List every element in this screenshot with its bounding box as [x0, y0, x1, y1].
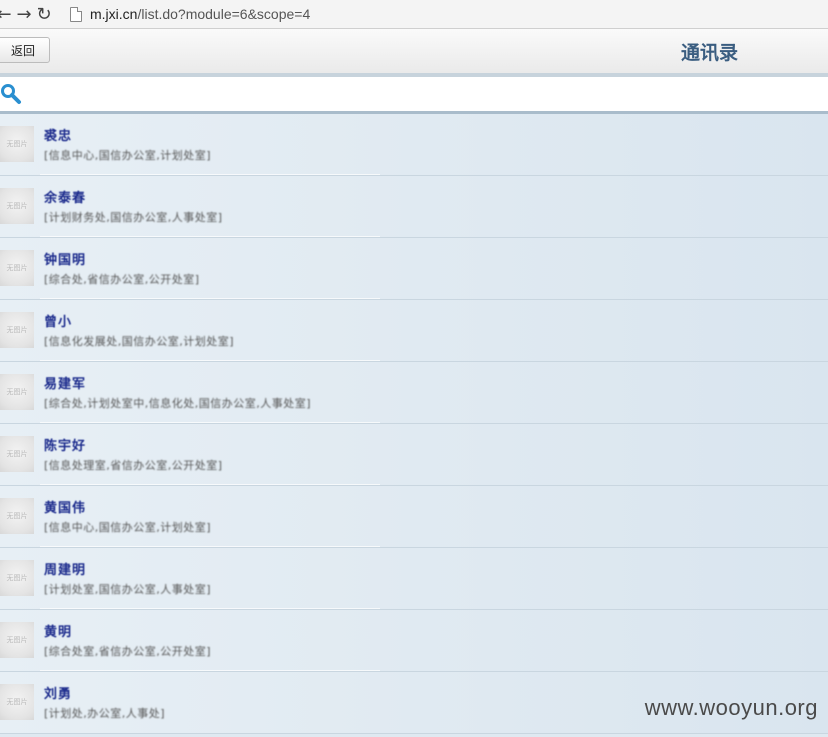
divider [40, 236, 380, 237]
contact-name: 易建军 [44, 377, 87, 392]
page-icon [70, 6, 82, 22]
watermark: www.wooyun.org [644, 695, 818, 720]
avatar: 无图片 [0, 188, 34, 224]
contact-info: [信息处理室,省信办公室,公开处室] [44, 459, 223, 472]
divider [40, 670, 380, 671]
avatar: 无图片 [0, 436, 34, 472]
search-input[interactable] [26, 81, 820, 109]
list-item[interactable]: 无图片 陈宇好 [信息处理室,省信办公室,公开处室] [0, 424, 828, 486]
back-button[interactable]: 返回 [0, 37, 50, 63]
contact-name: 黄国伟 [44, 501, 87, 516]
contact-info: [信息化发展处,国信办公室,计划处室] [44, 335, 235, 348]
list-item[interactable]: 无图片 曾小 [信息化发展处,国信办公室,计划处室] [0, 300, 828, 362]
contact-info: [计划处室,国信办公室,人事处室] [44, 583, 212, 596]
avatar: 无图片 [0, 622, 34, 658]
avatar: 无图片 [0, 312, 34, 348]
contact-info: [综合处,计划处室中,信息化处,国信办公室,人事处室] [44, 397, 312, 410]
divider [40, 422, 380, 423]
avatar: 无图片 [0, 560, 34, 596]
contact-list: 无图片 裘忠 [信息中心,国信办公室,计划处室] 无图片 余泰春 [计划财务处,… [0, 114, 828, 734]
back-arrow-icon[interactable]: ← [0, 2, 14, 26]
divider [40, 360, 380, 361]
contact-info: [计划财务处,国信办公室,人事处室] [44, 211, 223, 224]
address-bar[interactable]: m.jxi.cn/list.do?module=6&scope=4 [70, 2, 310, 26]
avatar: 无图片 [0, 684, 34, 720]
divider [40, 174, 380, 175]
avatar: 无图片 [0, 498, 34, 534]
contact-name: 余泰春 [44, 191, 87, 206]
avatar: 无图片 [0, 126, 34, 162]
contact-name: 钟国明 [44, 253, 87, 268]
contact-info: [综合处室,省信办公室,公开处室] [44, 645, 212, 658]
divider [40, 546, 380, 547]
list-item[interactable]: 无图片 周建明 [计划处室,国信办公室,人事处室] [0, 548, 828, 610]
url-host: m.jxi.cn [90, 6, 138, 22]
browser-toolbar: ← → ↻ m.jxi.cn/list.do?module=6&scope=4 [0, 0, 828, 29]
forward-arrow-icon[interactable]: → [14, 2, 34, 26]
contact-name: 陈宇好 [44, 439, 87, 454]
app-header: 返回 通讯录 [0, 29, 828, 77]
contact-name: 刘勇 [44, 687, 73, 702]
list-item[interactable]: 无图片 黄明 [综合处室,省信办公室,公开处室] [0, 610, 828, 672]
search-bar [0, 77, 828, 114]
avatar: 无图片 [0, 250, 34, 286]
page-title: 通讯录 [680, 42, 738, 64]
avatar: 无图片 [0, 374, 34, 410]
list-item[interactable]: 无图片 钟国明 [综合处,省信办公室,公开处室] [0, 238, 828, 300]
contact-info: [信息中心,国信办公室,计划处室] [44, 149, 212, 162]
contact-name: 曾小 [44, 315, 73, 330]
url-path: /list.do?module=6&scope=4 [137, 6, 311, 22]
search-icon[interactable] [0, 83, 22, 105]
reload-icon[interactable]: ↻ [34, 2, 54, 26]
list-item[interactable]: 无图片 易建军 [综合处,计划处室中,信息化处,国信办公室,人事处室] [0, 362, 828, 424]
divider [40, 298, 380, 299]
contact-name: 周建明 [44, 563, 87, 578]
list-item[interactable]: 无图片 裘忠 [信息中心,国信办公室,计划处室] [0, 114, 828, 176]
url-text: m.jxi.cn/list.do?module=6&scope=4 [90, 6, 310, 22]
contact-info: [信息中心,国信办公室,计划处室] [44, 521, 212, 534]
divider [40, 608, 380, 609]
contact-info: [计划处,办公室,人事处] [44, 707, 166, 720]
list-item[interactable]: 无图片 余泰春 [计划财务处,国信办公室,人事处室] [0, 176, 828, 238]
contact-name: 黄明 [44, 625, 73, 640]
divider [40, 484, 380, 485]
list-item[interactable]: 无图片 黄国伟 [信息中心,国信办公室,计划处室] [0, 486, 828, 548]
contact-info: [综合处,省信办公室,公开处室] [44, 273, 200, 286]
contact-name: 裘忠 [44, 129, 73, 144]
